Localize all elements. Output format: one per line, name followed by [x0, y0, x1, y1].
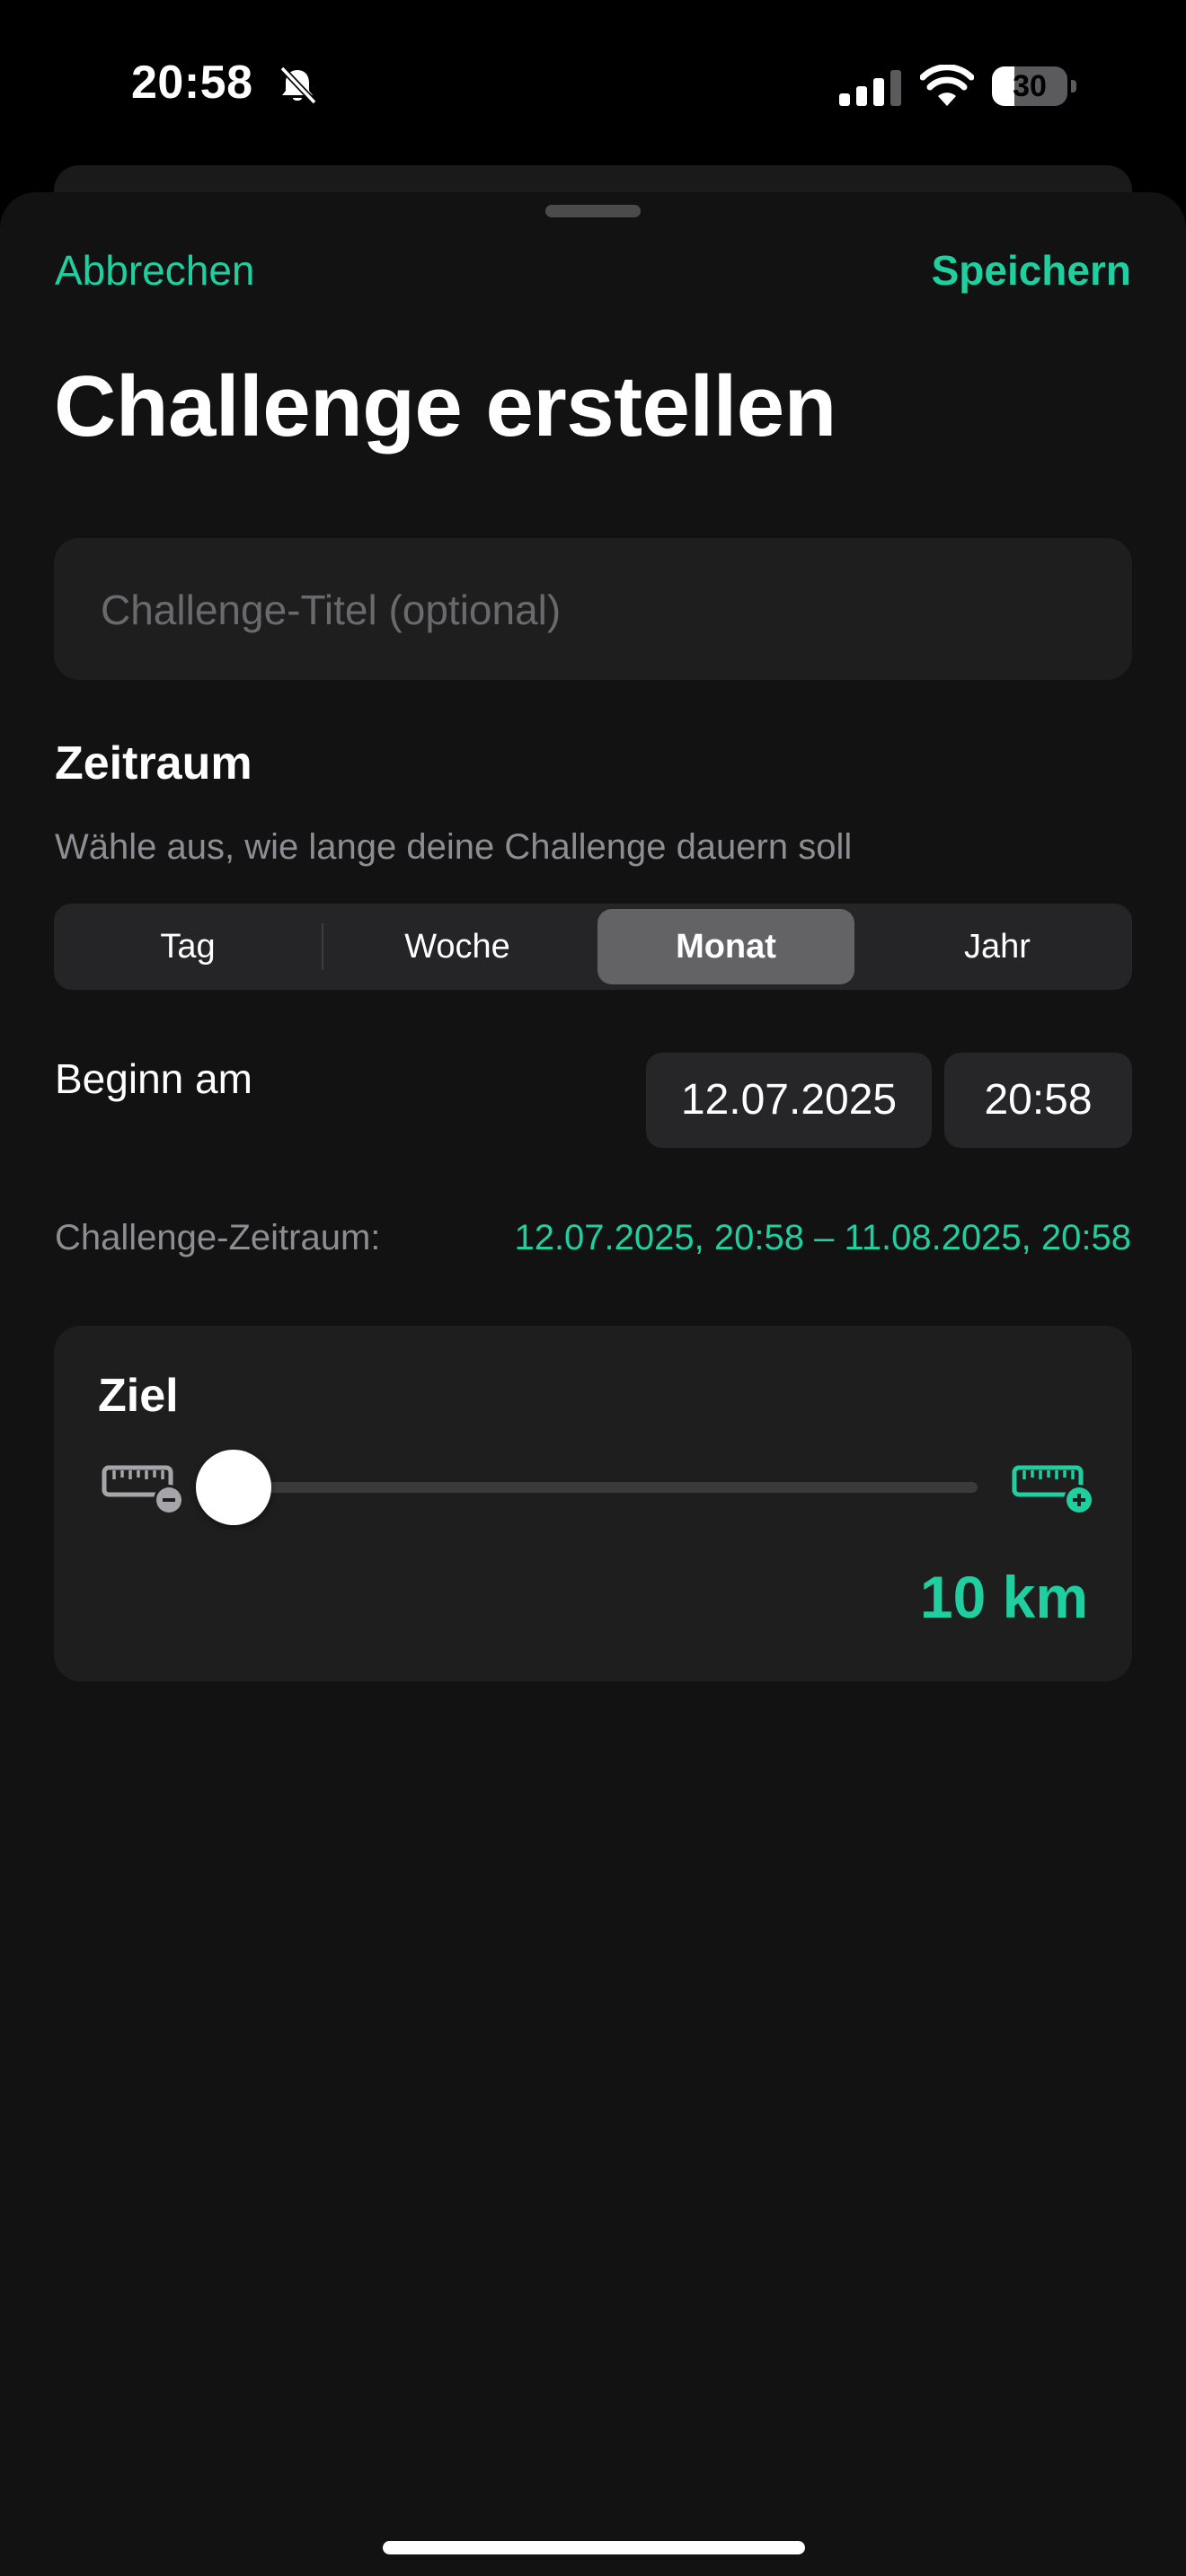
wifi-icon: [920, 65, 974, 106]
challenge-period-label: Challenge-Zeitraum:: [55, 1218, 381, 1257]
period-heading: Zeitraum: [55, 737, 252, 790]
ruler-plus-icon[interactable]: [1011, 1451, 1092, 1518]
page-title: Challenge erstellen: [54, 358, 836, 454]
period-description: Wähle aus, wie lange deine Challenge dau…: [55, 827, 853, 867]
slider-thumb[interactable]: [196, 1450, 271, 1525]
battery-body: 30: [992, 66, 1067, 106]
goal-value: 10 km: [919, 1564, 1088, 1630]
sheet-grabber[interactable]: [545, 205, 641, 217]
start-time-picker[interactable]: 20:58: [944, 1053, 1132, 1148]
create-challenge-sheet: Abbrechen Speichern Challenge erstellen …: [0, 192, 1186, 2576]
period-segmented-control: Tag Woche Monat Jahr: [54, 904, 1132, 990]
ruler-minus-icon[interactable]: [101, 1451, 181, 1518]
home-indicator[interactable]: [383, 2541, 805, 2554]
segment-monat[interactable]: Monat: [597, 909, 854, 984]
goal-card: Ziel 10 km: [54, 1326, 1132, 1681]
cellular-signal-icon: [839, 70, 901, 106]
goal-heading: Ziel: [98, 1370, 179, 1422]
battery-indicator: 30: [992, 66, 1076, 106]
segment-tag[interactable]: Tag: [54, 904, 322, 990]
start-date-picker[interactable]: 12.07.2025: [646, 1053, 932, 1148]
status-time: 20:58: [131, 57, 253, 109]
segment-jahr[interactable]: Jahr: [863, 904, 1132, 990]
bell-slash-icon: [279, 66, 317, 105]
start-label: Beginn am: [55, 1055, 252, 1102]
segment-woche[interactable]: Woche: [323, 904, 591, 990]
slider-track: [196, 1482, 978, 1493]
save-button[interactable]: Speichern: [932, 246, 1131, 295]
battery-label: 30: [1013, 69, 1047, 103]
status-bar: 20:58 30: [0, 0, 1186, 171]
goal-slider[interactable]: [196, 1448, 978, 1527]
challenge-period-value: 12.07.2025, 20:58 – 11.08.2025, 20:58: [514, 1218, 1131, 1257]
cancel-button[interactable]: Abbrechen: [55, 246, 255, 295]
battery-cap: [1071, 80, 1076, 93]
challenge-title-field: [54, 538, 1132, 682]
challenge-title-input[interactable]: [99, 538, 1091, 682]
